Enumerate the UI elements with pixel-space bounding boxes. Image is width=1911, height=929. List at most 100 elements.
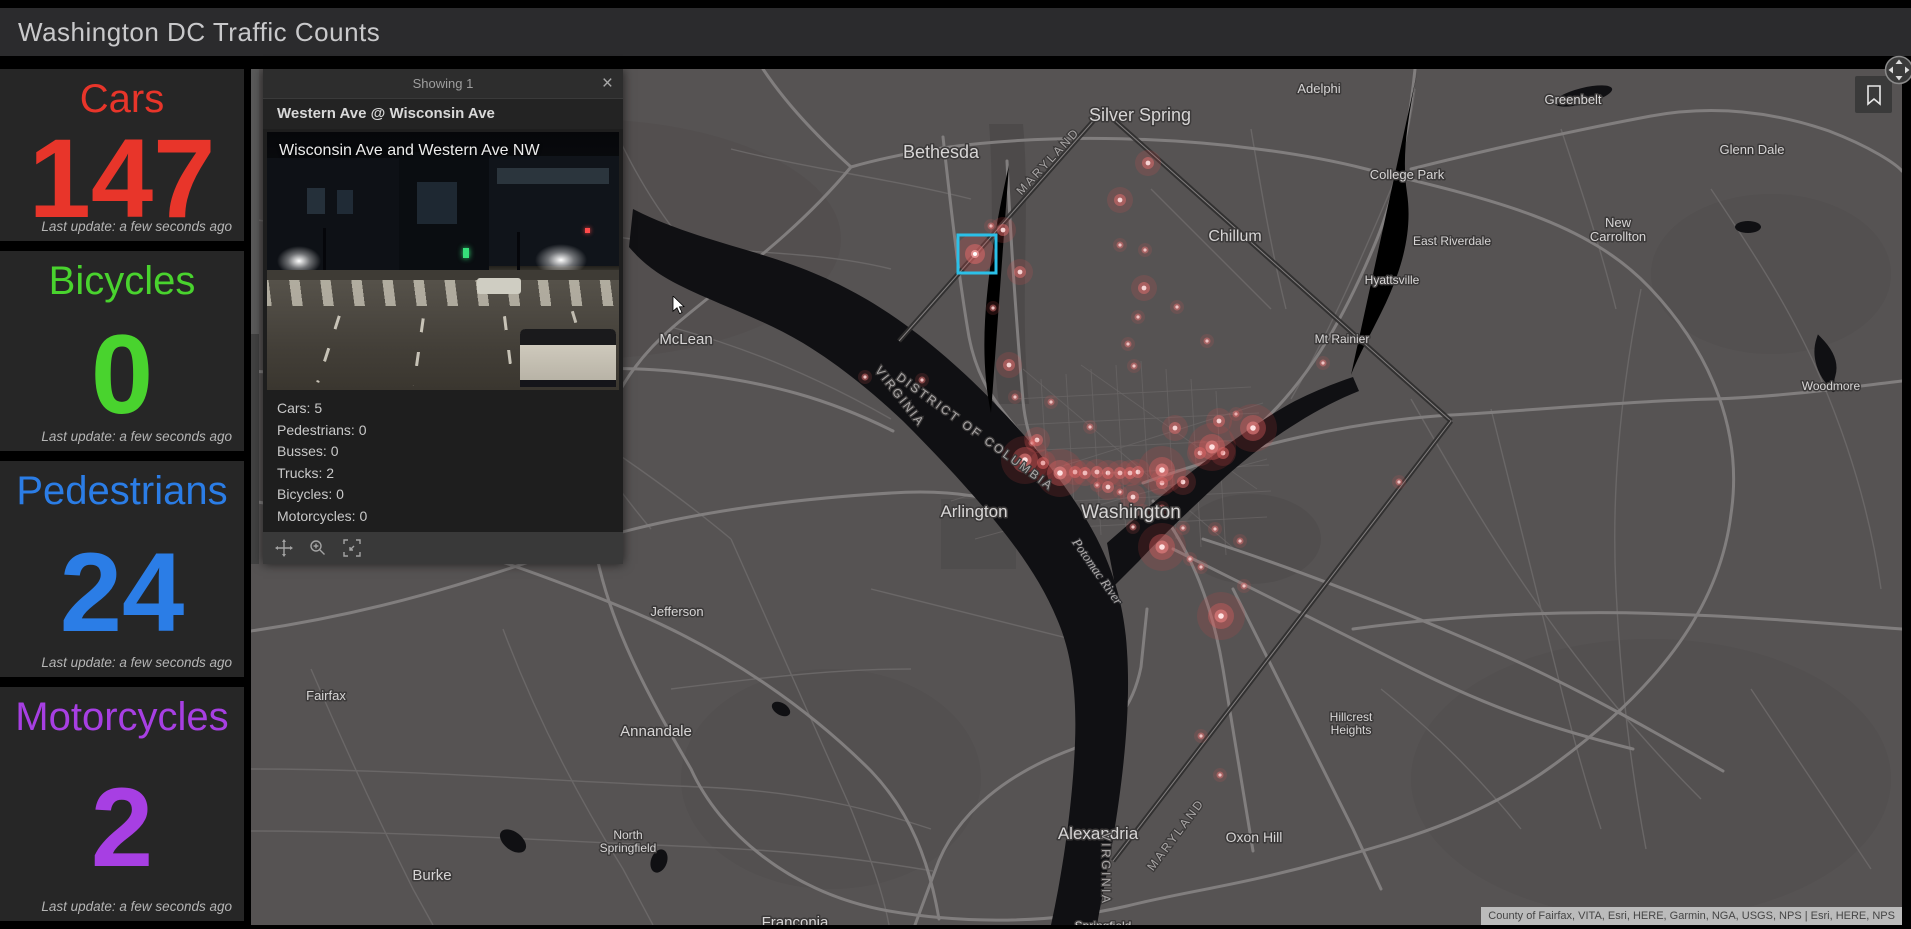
traffic-dot[interactable] (996, 352, 1022, 378)
popup-stat-line: Pedestrians: 0 (277, 421, 367, 438)
stat-value: 2 (90, 764, 154, 890)
traffic-dot[interactable] (1008, 390, 1022, 404)
stat-card-cars: Cars 147 Last update: a few seconds ago (0, 69, 244, 241)
traffic-dot[interactable] (1162, 415, 1188, 441)
stat-footnote: Last update: a few seconds ago (41, 219, 232, 234)
traffic-dot[interactable] (986, 301, 1000, 315)
popup-stat-line: Cars: 5 (277, 400, 323, 416)
map-place-label: Bethesda (903, 142, 980, 162)
traffic-signal-red (585, 228, 590, 233)
lane-dashes (412, 318, 425, 386)
traffic-dot[interactable] (1007, 259, 1033, 285)
map-place-label: Annandale (620, 723, 692, 740)
traffic-dot[interactable] (1107, 187, 1133, 213)
pan-icon[interactable] (275, 539, 293, 557)
popup-scrollbar[interactable] (251, 69, 259, 564)
stat-card-motorcycles: Motorcycles 2 Last update: a few seconds… (0, 687, 244, 921)
stat-value: 24 (59, 529, 185, 655)
traffic-dot[interactable] (1083, 420, 1097, 434)
traffic-dot[interactable] (1131, 310, 1145, 324)
traffic-dot[interactable] (955, 234, 995, 274)
stat-footnote: Last update: a few seconds ago (41, 899, 232, 914)
map-place-label: Adelphi (1297, 81, 1340, 96)
map-place-label: Washington (1081, 502, 1181, 523)
traffic-dot[interactable] (1208, 522, 1222, 536)
traffic-dot[interactable] (1095, 474, 1121, 500)
map-state-label: VIRGINIA (1099, 833, 1113, 906)
traffic-dot[interactable] (1194, 560, 1208, 574)
traffic-dot[interactable] (1316, 356, 1330, 370)
bookmark-icon (1866, 84, 1881, 106)
map-place-label: Burke (412, 867, 451, 884)
traffic-dot[interactable] (1188, 423, 1236, 471)
traffic-dot[interactable] (1135, 150, 1161, 176)
traffic-dot[interactable] (1213, 768, 1227, 782)
map-place-label: Oxon Hill (1226, 829, 1283, 845)
traffic-dot[interactable] (1138, 446, 1186, 494)
traffic-dot[interactable] (990, 217, 1016, 243)
traffic-dot[interactable] (1044, 395, 1058, 409)
stats-sidebar: Cars 147 Last update: a few seconds ago … (0, 69, 244, 921)
traffic-dot[interactable] (1121, 337, 1135, 351)
stat-footnote: Last update: a few seconds ago (41, 655, 232, 670)
map-place-label: Springfield (1075, 919, 1132, 925)
map-place-label: College Park (1370, 167, 1445, 182)
lane-dashes (316, 315, 341, 383)
stat-card-bicycles: Bicycles 0 Last update: a few seconds ag… (0, 251, 244, 451)
traffic-dot[interactable] (1237, 579, 1251, 593)
traffic-dot[interactable] (1233, 534, 1247, 548)
app-header: Washington DC Traffic Counts (0, 8, 1911, 56)
map-place-label: Arlington (940, 502, 1007, 521)
zoom-in-icon[interactable] (309, 539, 327, 557)
close-icon[interactable]: × (602, 69, 613, 98)
traffic-camera-image: Wisconsin Ave and Western Ave NW (267, 132, 619, 390)
map-place-label: McLean (659, 331, 712, 348)
map-place-label: Hyattsville (1365, 273, 1420, 287)
popup-showing-bar: Showing 1 × (263, 69, 623, 98)
map-place-label: Silver Spring (1089, 105, 1191, 125)
map-place-label: Alexandria (1058, 824, 1139, 843)
camera-car (477, 278, 521, 294)
camera-window (337, 190, 353, 214)
lane-dashes (502, 316, 514, 382)
map-place-label: Chillum (1208, 228, 1261, 245)
crosswalk-stripes (267, 280, 619, 306)
traffic-dot[interactable] (1138, 243, 1152, 257)
traffic-dot[interactable] (1131, 275, 1157, 301)
map-place-label: Franconia (762, 914, 829, 925)
popup-title: Western Ave @ Wisconsin Ave (263, 98, 623, 129)
popup-stat-line: Busses: 0 (277, 443, 339, 459)
traffic-dot[interactable] (858, 370, 872, 384)
map-place-label: Hillcrest Heights (1330, 710, 1373, 737)
camera-window (417, 182, 457, 224)
camera-window-row (497, 168, 609, 184)
traffic-dot[interactable] (1127, 359, 1141, 373)
four-arrows-icon (1884, 55, 1911, 85)
feature-popup: Showing 1 × Western Ave @ Wisconsin Ave (251, 69, 623, 564)
map-place-label: Jefferson (650, 604, 703, 619)
popup-scrollbar-thumb[interactable] (251, 69, 259, 334)
popup-stat-line: Bicycles: 0 (277, 486, 344, 502)
map-place-label: Glenn Dale (1719, 142, 1784, 157)
traffic-dot[interactable] (1229, 404, 1277, 452)
popup-stat-line: Trucks: 2 (277, 464, 335, 481)
popup-stat-line: Motorcycles: 0 (277, 507, 368, 524)
map-place-label: Greenbelt (1544, 92, 1601, 107)
camera-sidewalk (267, 270, 619, 280)
camera-window (307, 188, 325, 214)
traffic-dot[interactable] (1194, 729, 1208, 743)
dock-icon[interactable] (343, 539, 361, 557)
traffic-dot[interactable] (1392, 475, 1406, 489)
traffic-dot[interactable] (1200, 334, 1214, 348)
traffic-dot[interactable] (1197, 592, 1245, 640)
map-place-label: Fairfax (306, 688, 346, 703)
traffic-dot[interactable] (1170, 300, 1184, 314)
traffic-dots-layer (858, 150, 1406, 782)
traffic-dot[interactable] (1113, 238, 1127, 252)
traffic-signal-green (463, 248, 469, 258)
camera-truck (520, 329, 616, 387)
traffic-dot[interactable] (1138, 523, 1186, 571)
map-place-label: East Riverdale (1413, 234, 1491, 248)
pan-widget-button[interactable] (1884, 55, 1911, 85)
stat-footnote: Last update: a few seconds ago (41, 429, 232, 444)
